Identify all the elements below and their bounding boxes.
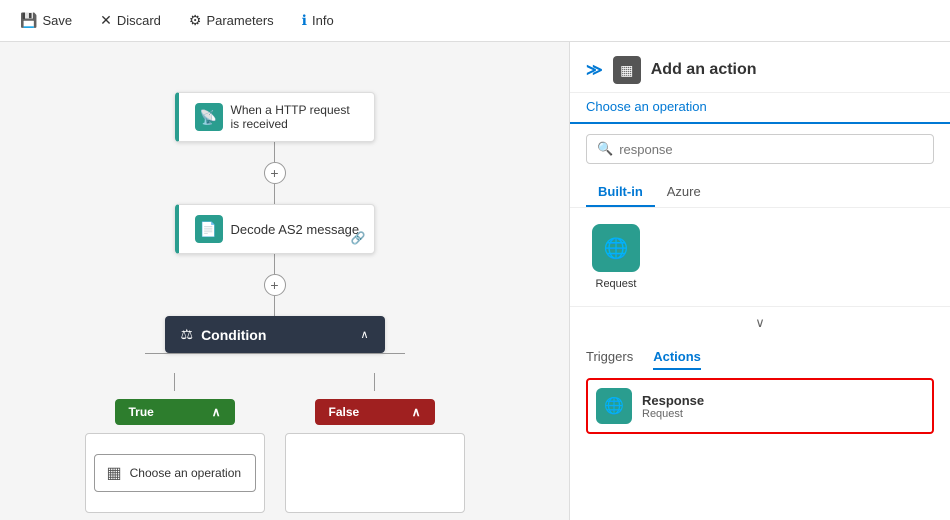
tab-actions[interactable]: Actions xyxy=(653,349,701,370)
tab-triggers[interactable]: Triggers xyxy=(586,349,633,370)
condition-collapse-icon[interactable]: ∧ xyxy=(360,328,368,341)
false-label[interactable]: False ∧ xyxy=(315,399,435,425)
condition-icon: ⚖ xyxy=(181,326,194,343)
action-list: 🌐 Response Request xyxy=(570,370,950,442)
panel-collapse-button[interactable]: ≫ xyxy=(586,60,603,80)
false-collapse-icon: ∧ xyxy=(412,405,421,419)
add-step-1-button[interactable]: + xyxy=(264,162,286,184)
canvas: 📡 When a HTTP request is received + 📄 De… xyxy=(0,42,570,520)
decode-block[interactable]: 📄 Decode AS2 message 🔗 xyxy=(175,204,375,254)
false-branch-content xyxy=(285,433,465,513)
search-input[interactable] xyxy=(619,142,923,157)
discard-icon: ✕ xyxy=(100,12,112,29)
condition-block[interactable]: ⚖ Condition ∧ xyxy=(165,316,385,353)
request-icon-label: Request xyxy=(596,278,637,290)
decode-label: Decode AS2 message xyxy=(231,222,360,237)
flow-container: 📡 When a HTTP request is received + 📄 De… xyxy=(85,92,465,513)
info-icon: ℹ xyxy=(302,12,307,29)
http-icon: 📡 xyxy=(195,103,223,131)
true-branch-content: ▦ Choose an operation xyxy=(85,433,265,513)
connector-1: + xyxy=(264,142,286,204)
response-action-icon: 🌐 xyxy=(596,388,632,424)
response-action-item[interactable]: 🌐 Response Request xyxy=(586,378,934,434)
discard-label: Discard xyxy=(117,13,161,28)
choose-operation-button[interactable]: ▦ Choose an operation xyxy=(94,454,256,492)
branches: True ∧ ▦ Choose an operation xyxy=(85,373,465,513)
main-area: 📡 When a HTTP request is received + 📄 De… xyxy=(0,42,950,520)
expand-button[interactable]: ∨ xyxy=(570,306,950,339)
section-tabs: Triggers Actions xyxy=(570,339,950,370)
toolbar: 💾 Save ✕ Discard ⚙ Parameters ℹ Info xyxy=(0,0,950,42)
save-label: Save xyxy=(42,13,72,28)
http-line1: When a HTTP request xyxy=(231,103,350,117)
save-button[interactable]: 💾 Save xyxy=(16,10,76,31)
request-icon-box: 🌐 xyxy=(592,224,640,272)
panel-type-tabs: Built-in Azure xyxy=(570,178,950,208)
connector-2: + xyxy=(264,254,286,316)
right-panel: ≫ ▦ Add an action Choose an operation 🔍 … xyxy=(570,42,950,520)
expand-icon: ∨ xyxy=(755,315,765,331)
response-action-sub: Request xyxy=(642,408,704,420)
true-label[interactable]: True ∧ xyxy=(115,399,235,425)
link-icon: 🔗 xyxy=(351,231,366,245)
parameters-button[interactable]: ⚙ Parameters xyxy=(185,10,278,31)
panel-subtitle: Choose an operation xyxy=(570,93,950,124)
tab-azure[interactable]: Azure xyxy=(655,178,713,207)
response-action-info: Response Request xyxy=(642,393,704,420)
http-line2: is received xyxy=(231,117,350,131)
false-branch: False ∧ xyxy=(285,373,465,513)
panel-title: Add an action xyxy=(651,61,757,79)
choose-op-icon: ▦ xyxy=(107,463,122,483)
info-label: Info xyxy=(312,13,334,28)
save-icon: 💾 xyxy=(20,12,37,29)
true-collapse-icon: ∧ xyxy=(212,405,221,419)
search-icon: 🔍 xyxy=(597,141,613,157)
search-box: 🔍 xyxy=(586,134,934,164)
tab-builtin[interactable]: Built-in xyxy=(586,178,655,207)
discard-button[interactable]: ✕ Discard xyxy=(96,10,165,31)
parameters-icon: ⚙ xyxy=(189,12,202,29)
true-branch: True ∧ ▦ Choose an operation xyxy=(85,373,265,513)
add-step-2-button[interactable]: + xyxy=(264,274,286,296)
info-button[interactable]: ℹ Info xyxy=(298,10,338,31)
panel-header: ≫ ▦ Add an action xyxy=(570,42,950,93)
decode-icon: 📄 xyxy=(195,215,223,243)
response-action-name: Response xyxy=(642,393,704,408)
parameters-label: Parameters xyxy=(206,13,273,28)
condition-label: Condition xyxy=(201,327,266,343)
request-icon-item[interactable]: 🌐 Request xyxy=(586,224,646,290)
icons-grid: 🌐 Request xyxy=(570,208,950,306)
panel-action-icon: ▦ xyxy=(613,56,641,84)
choose-op-label: Choose an operation xyxy=(130,466,241,480)
http-block[interactable]: 📡 When a HTTP request is received xyxy=(175,92,375,142)
